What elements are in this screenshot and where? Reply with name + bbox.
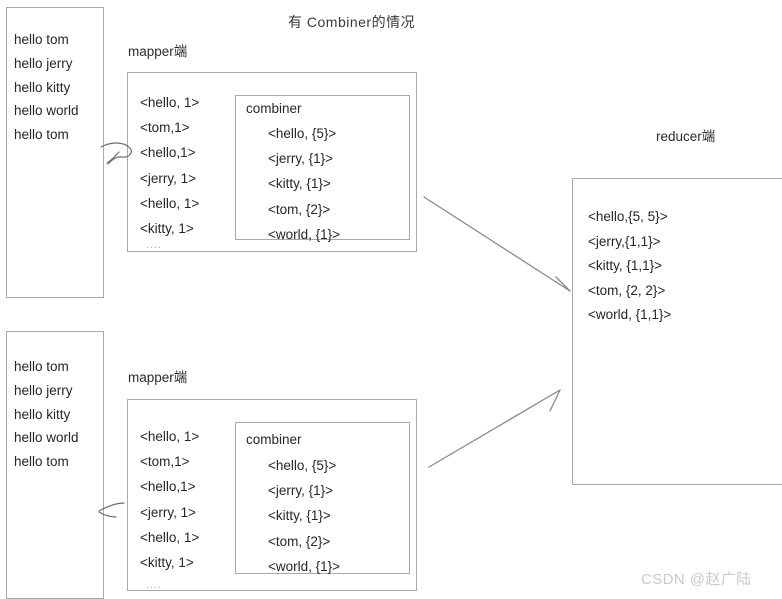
mapper-pair: <hello,1> [140,145,196,161]
input-line: hello tom [14,359,69,374]
mapper-pair: <kitty, 1> [140,555,194,571]
reducer-pair: <jerry,{1,1}> [588,233,661,249]
combiner-pair: <world, {1}> [268,226,341,242]
mapper-1-ellipsis: .... [146,237,162,251]
mapper-2-ellipsis: .... [146,577,162,591]
mapper-2-label: mapper端 [128,370,188,385]
combiner-pair: <tom, {2}> [268,533,331,549]
reducer-pairs: <hello,{5, 5}> <jerry,{1,1}> <kitty, {1,… [588,205,671,328]
mapper-pair: <hello, 1> [140,195,200,211]
mapper-pair: <hello, 1> [140,529,200,545]
mapper-pair: <jerry, 1> [140,170,197,186]
mapper-2-pairs: <hello, 1> <tom,1> <hello,1> <jerry, 1> … [140,424,199,575]
mapper-pair: <hello, 1> [140,95,200,110]
combiner-2-pairs: <hello, {5}> <jerry, {1}> <kitty, {1}> <… [246,453,340,579]
input-line: hello tom [14,32,69,47]
input-line: hello tom [14,127,69,143]
mapper-pair: <hello, 1> [140,429,200,444]
reducer-pair: <kitty, {1,1}> [588,258,663,273]
mapper-1-label: mapper端 [128,44,188,59]
connector-mapper2-to-reducer-icon [428,389,561,468]
diagram-canvas: 有 Combiner的情况 hello tom hello jerry hell… [0,0,782,599]
input-line: hello world [14,430,79,446]
input-line: hello kitty [14,79,71,95]
reducer-pair: <hello,{5, 5}> [588,209,668,224]
input-line: hello jerry [14,55,73,71]
input-split-2-text: hello tom hello jerry hello kitty hello … [14,355,79,474]
combiner-pair: <hello, {5}> [268,126,337,141]
input-split-1-text: hello tom hello jerry hello kitty hello … [14,28,79,147]
combiner-2-label: combiner [246,432,302,447]
combiner-pair: <kitty, {1}> [268,176,331,192]
combiner-pair: <world, {1}> [268,558,341,574]
mapper-pair: <tom,1> [140,454,190,470]
combiner-1-pairs: <hello, {5}> <jerry, {1}> <kitty, {1}> <… [246,121,340,247]
combiner-pair: <kitty, {1}> [268,508,331,524]
combiner-pair: <hello, {5}> [268,458,337,473]
watermark: CSDN @赵广陆 [641,571,752,588]
mapper-pair: <hello,1> [140,479,196,495]
input-line: hello world [14,103,79,119]
mapper-pair: <jerry, 1> [140,504,197,520]
combiner-pair: <jerry, {1}> [268,151,334,167]
combiner-pair: <jerry, {1}> [268,483,334,499]
input-line: hello kitty [14,406,71,422]
reducer-pair: <world, {1,1}> [588,307,672,322]
mapper-pair: <tom,1> [140,120,190,136]
combiner-1-label: combiner [246,101,302,116]
mapper-1-pairs: <hello, 1> <tom,1> <hello,1> <jerry, 1> … [140,90,199,241]
connector-mapper1-to-reducer-icon [423,196,571,292]
combiner-pair: <tom, {2}> [268,201,331,217]
input-line: hello tom [14,454,69,470]
reducer-pair: <tom, {2, 2}> [588,282,666,298]
reducer-label: reducer端 [656,129,716,144]
input-line: hello jerry [14,382,73,398]
page-title: 有 Combiner的情况 [288,14,416,30]
